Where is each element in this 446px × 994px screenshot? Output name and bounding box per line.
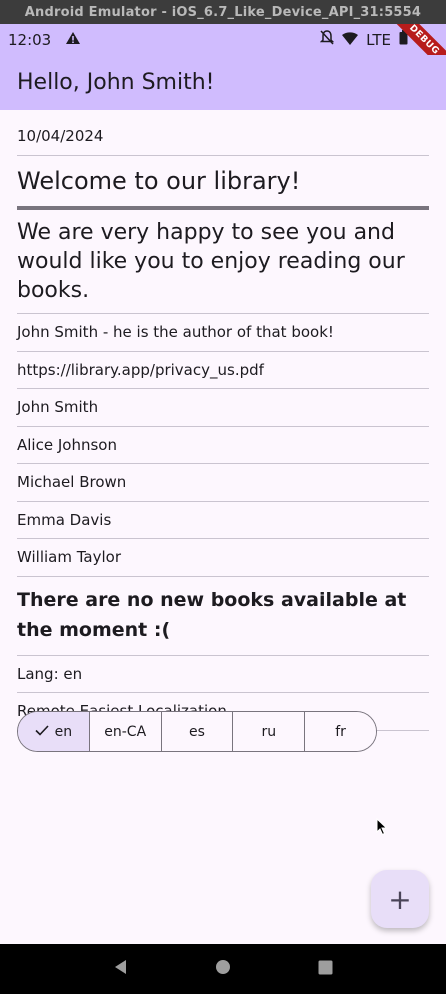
segment-ru[interactable]: ru [233, 712, 306, 751]
mouse-cursor-icon [376, 817, 388, 840]
language-segmented-button: en en-CA es ru fr [17, 711, 377, 752]
status-bar: 12:03 LTE DEBUG [0, 24, 446, 80]
segment-es[interactable]: es [161, 712, 234, 751]
status-time: 12:03 [8, 30, 52, 49]
segment-label: es [189, 723, 205, 740]
lang-label: Lang: en [17, 656, 429, 693]
emulator-title-bar: Android Emulator - iOS_6.7_Like_Device_A… [0, 0, 446, 24]
segment-label: ru [261, 723, 277, 740]
mute-bell-icon [319, 30, 335, 49]
segment-en-ca[interactable]: en-CA [89, 712, 162, 751]
no-books-heading: There are no new books available at the … [17, 577, 429, 656]
author-note: John Smith - he is the author of that bo… [17, 314, 429, 352]
home-icon[interactable] [215, 959, 231, 979]
plus-icon: + [388, 882, 412, 916]
check-icon [35, 724, 49, 740]
author-row: William Taylor [17, 539, 429, 577]
segment-fr[interactable]: fr [305, 712, 376, 751]
privacy-link[interactable]: https://library.app/privacy_us.pdf [17, 352, 429, 389]
app-bar-title: Hello, John Smith! [17, 70, 215, 95]
system-navigation-bar [0, 944, 446, 994]
main-content: 10/04/2024 Welcome to our library! We ar… [17, 110, 429, 731]
welcome-heading: Welcome to our library! [17, 167, 301, 195]
date-row: 10/04/2024 [17, 110, 429, 156]
segment-label: fr [335, 723, 346, 740]
happy-message: We are very happy to see you and would l… [17, 218, 429, 314]
warning-icon [65, 31, 81, 49]
segment-en[interactable]: en [18, 712, 90, 751]
network-type: LTE [366, 30, 391, 49]
author-row: Emma Davis [17, 502, 429, 539]
wifi-icon [342, 31, 359, 49]
author-row: Alice Johnson [17, 427, 429, 464]
author-row: Michael Brown [17, 464, 429, 502]
segment-label: en [54, 723, 73, 740]
recents-icon[interactable] [318, 960, 333, 979]
back-icon[interactable] [113, 959, 129, 979]
app-bar: Hello, John Smith! [0, 55, 446, 110]
segment-label: en-CA [104, 723, 147, 740]
device-screen: 12:03 LTE DEBUG Hello, John Smith! 10/04… [0, 24, 446, 994]
add-fab-button[interactable]: + [371, 870, 429, 928]
emulator-title: Android Emulator - iOS_6.7_Like_Device_A… [24, 4, 422, 20]
author-row: John Smith [17, 389, 429, 427]
date-text: 10/04/2024 [17, 126, 104, 145]
thick-divider [17, 206, 429, 210]
